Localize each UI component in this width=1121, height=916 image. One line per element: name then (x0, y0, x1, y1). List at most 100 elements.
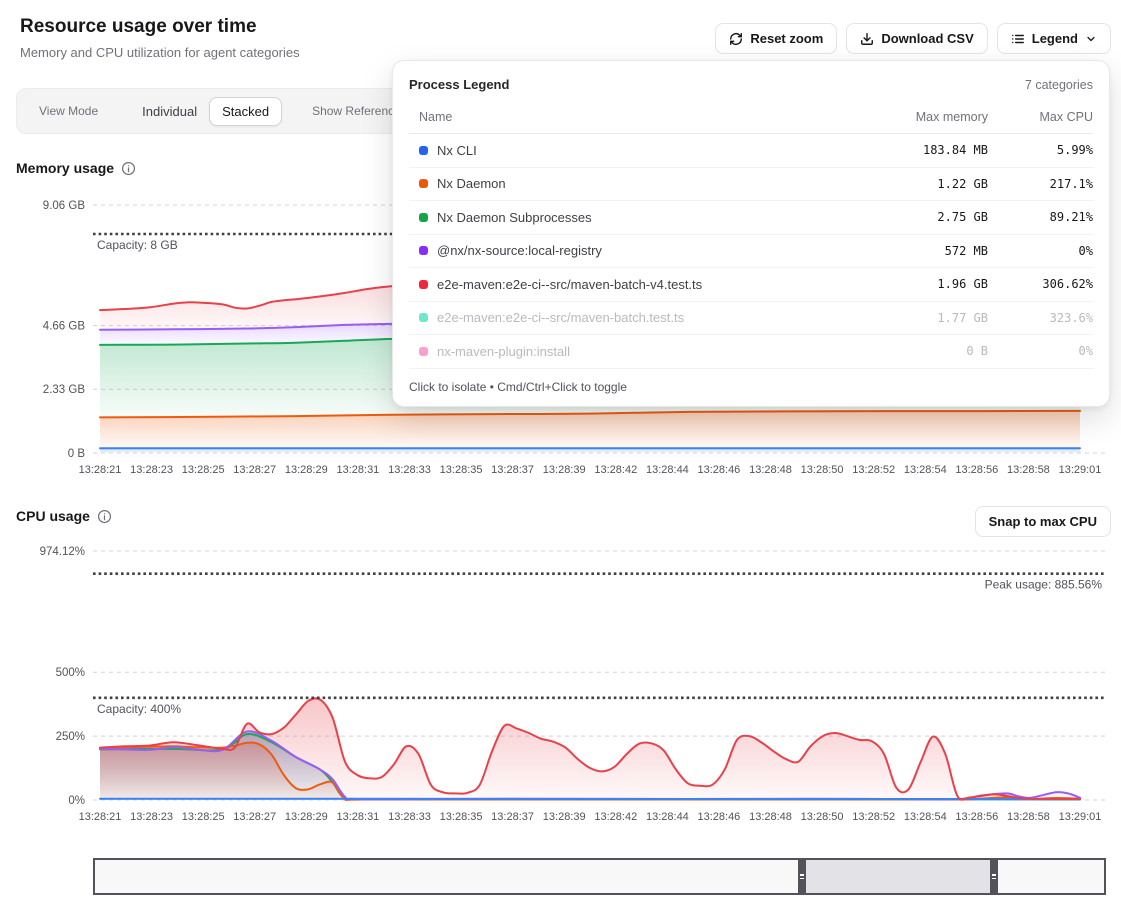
info-icon[interactable] (121, 161, 136, 176)
brush-selection[interactable] (802, 860, 994, 893)
legend-row[interactable]: Nx Daemon Subprocesses2.75 GB89.21% (409, 201, 1093, 235)
x-tick-label: 13:28:42 (594, 464, 637, 476)
x-tick-label: 13:28:52 (852, 464, 895, 476)
memory-section-title: Memory usage (16, 160, 136, 176)
view-mode-label: View Mode (39, 104, 98, 118)
x-tick-label: 13:28:29 (285, 464, 328, 476)
x-tick-label: 13:28:44 (646, 464, 689, 476)
view-mode-individual[interactable]: Individual (130, 98, 209, 125)
x-tick-label: 13:28:33 (388, 811, 431, 823)
y-tick-label: 250% (56, 731, 85, 743)
series-max-cpu: 217.1% (988, 177, 1093, 191)
series-color-swatch (419, 313, 428, 322)
legend-row[interactable]: @nx/nx-source:local-registry572 MB0% (409, 235, 1093, 269)
x-tick-label: 13:29:01 (1059, 464, 1102, 476)
series-max-memory: 2.75 GB (843, 210, 988, 224)
brush-handle-right[interactable] (990, 859, 998, 894)
series-max-memory: 183.84 MB (843, 143, 988, 157)
x-tick-label: 13:28:35 (440, 811, 483, 823)
x-tick-label: 13:28:35 (440, 464, 483, 476)
download-icon (860, 32, 874, 46)
legend-category-count: 7 categories (1025, 78, 1093, 92)
series-color-swatch (419, 146, 428, 155)
download-csv-button[interactable]: Download CSV (846, 23, 987, 54)
x-tick-label: 13:28:58 (1007, 464, 1050, 476)
x-tick-label: 13:28:48 (749, 811, 792, 823)
x-tick-label: 13:28:42 (594, 811, 637, 823)
x-tick-label: 13:28:37 (491, 811, 534, 823)
download-csv-label: Download CSV (881, 31, 973, 46)
series-color-swatch (419, 280, 428, 289)
page-title: Resource usage over time (20, 16, 257, 38)
memory-usage-heading: Memory usage (16, 160, 114, 176)
x-tick-label: 13:28:23 (130, 811, 173, 823)
column-max-cpu: Max CPU (988, 110, 1093, 124)
series-max-cpu: 0% (988, 344, 1093, 358)
y-tick-label: 2.33 GB (43, 384, 86, 396)
x-tick-label: 13:28:21 (79, 811, 122, 823)
header-actions: Reset zoom Download CSV Legend (715, 23, 1111, 54)
page-subtitle: Memory and CPU utilization for agent cat… (20, 45, 300, 60)
x-tick-label: 13:28:48 (749, 464, 792, 476)
series-name: @nx/nx-source:local-registry (437, 243, 602, 258)
series-max-cpu: 89.21% (988, 210, 1093, 224)
x-tick-label: 13:28:39 (543, 811, 586, 823)
x-tick-label: 13:28:21 (79, 464, 122, 476)
series-color-swatch (419, 347, 428, 356)
series-name: Nx CLI (437, 143, 477, 158)
series-color-swatch (419, 246, 428, 255)
x-tick-label: 13:28:37 (491, 464, 534, 476)
x-tick-label: 13:28:25 (182, 811, 225, 823)
x-tick-label: 13:28:44 (646, 811, 689, 823)
info-icon[interactable] (97, 509, 112, 524)
time-brush[interactable] (93, 858, 1106, 895)
series-name: e2e-maven:e2e-ci--src/maven-batch-v4.tes… (437, 277, 702, 292)
series-max-memory: 1.77 GB (843, 311, 988, 325)
reset-zoom-button[interactable]: Reset zoom (715, 23, 837, 54)
legend-row[interactable]: Nx Daemon1.22 GB217.1% (409, 168, 1093, 202)
x-tick-label: 13:28:50 (801, 811, 844, 823)
cpu-usage-chart[interactable]: Peak usage: 885.56%Capacity: 400%974.12%… (0, 540, 1121, 830)
snap-to-max-cpu-button[interactable]: Snap to max CPU (975, 506, 1111, 537)
x-tick-label: 13:28:25 (182, 464, 225, 476)
x-tick-label: 13:28:39 (543, 464, 586, 476)
list-icon (1011, 32, 1025, 46)
series-max-cpu: 5.99% (988, 143, 1093, 157)
y-tick-label: 4.66 GB (43, 321, 86, 333)
column-name: Name (409, 110, 843, 124)
legend-button[interactable]: Legend (997, 23, 1111, 54)
series-area (100, 698, 1080, 800)
series-color-swatch (419, 213, 428, 222)
series-max-cpu: 323.6% (988, 311, 1093, 325)
reference-label: Capacity: 8 GB (97, 238, 178, 252)
legend-row[interactable]: nx-maven-plugin:install0 B0% (409, 335, 1093, 369)
series-color-swatch (419, 179, 428, 188)
x-tick-label: 13:28:56 (955, 464, 998, 476)
x-tick-label: 13:28:33 (388, 464, 431, 476)
x-tick-label: 13:28:29 (285, 811, 328, 823)
chevron-down-icon (1085, 33, 1097, 45)
cpu-section-title: CPU usage (16, 508, 112, 524)
legend-column-headers: Name Max memory Max CPU (409, 104, 1093, 134)
y-tick-label: 0% (68, 795, 85, 807)
series-max-cpu: 0% (988, 244, 1093, 258)
legend-label: Legend (1032, 31, 1078, 46)
legend-rows: Nx CLI 183.84 MB5.99% Nx Daemon1.22 GB217.… (409, 134, 1093, 369)
legend-row[interactable]: e2e-maven:e2e-ci--src/maven-batch.test.t… (409, 302, 1093, 336)
legend-row[interactable]: Nx CLI 183.84 MB5.99% (409, 134, 1093, 168)
x-tick-label: 13:28:27 (233, 811, 276, 823)
legend-popup-title: Process Legend (409, 77, 509, 92)
series-max-cpu: 306.62% (988, 277, 1093, 291)
x-tick-label: 13:28:46 (697, 811, 740, 823)
view-mode-stacked[interactable]: Stacked (209, 97, 282, 126)
y-tick-label: 974.12% (40, 546, 85, 558)
series-line (100, 799, 1080, 800)
x-tick-label: 13:28:23 (130, 464, 173, 476)
legend-row[interactable]: e2e-maven:e2e-ci--src/maven-batch-v4.tes… (409, 268, 1093, 302)
brush-handle-left[interactable] (798, 859, 806, 894)
x-tick-label: 13:29:01 (1059, 811, 1102, 823)
x-tick-label: 13:28:56 (955, 811, 998, 823)
series-name: e2e-maven:e2e-ci--src/maven-batch.test.t… (437, 310, 684, 325)
x-tick-label: 13:28:54 (904, 811, 947, 823)
series-max-memory: 1.22 GB (843, 177, 988, 191)
